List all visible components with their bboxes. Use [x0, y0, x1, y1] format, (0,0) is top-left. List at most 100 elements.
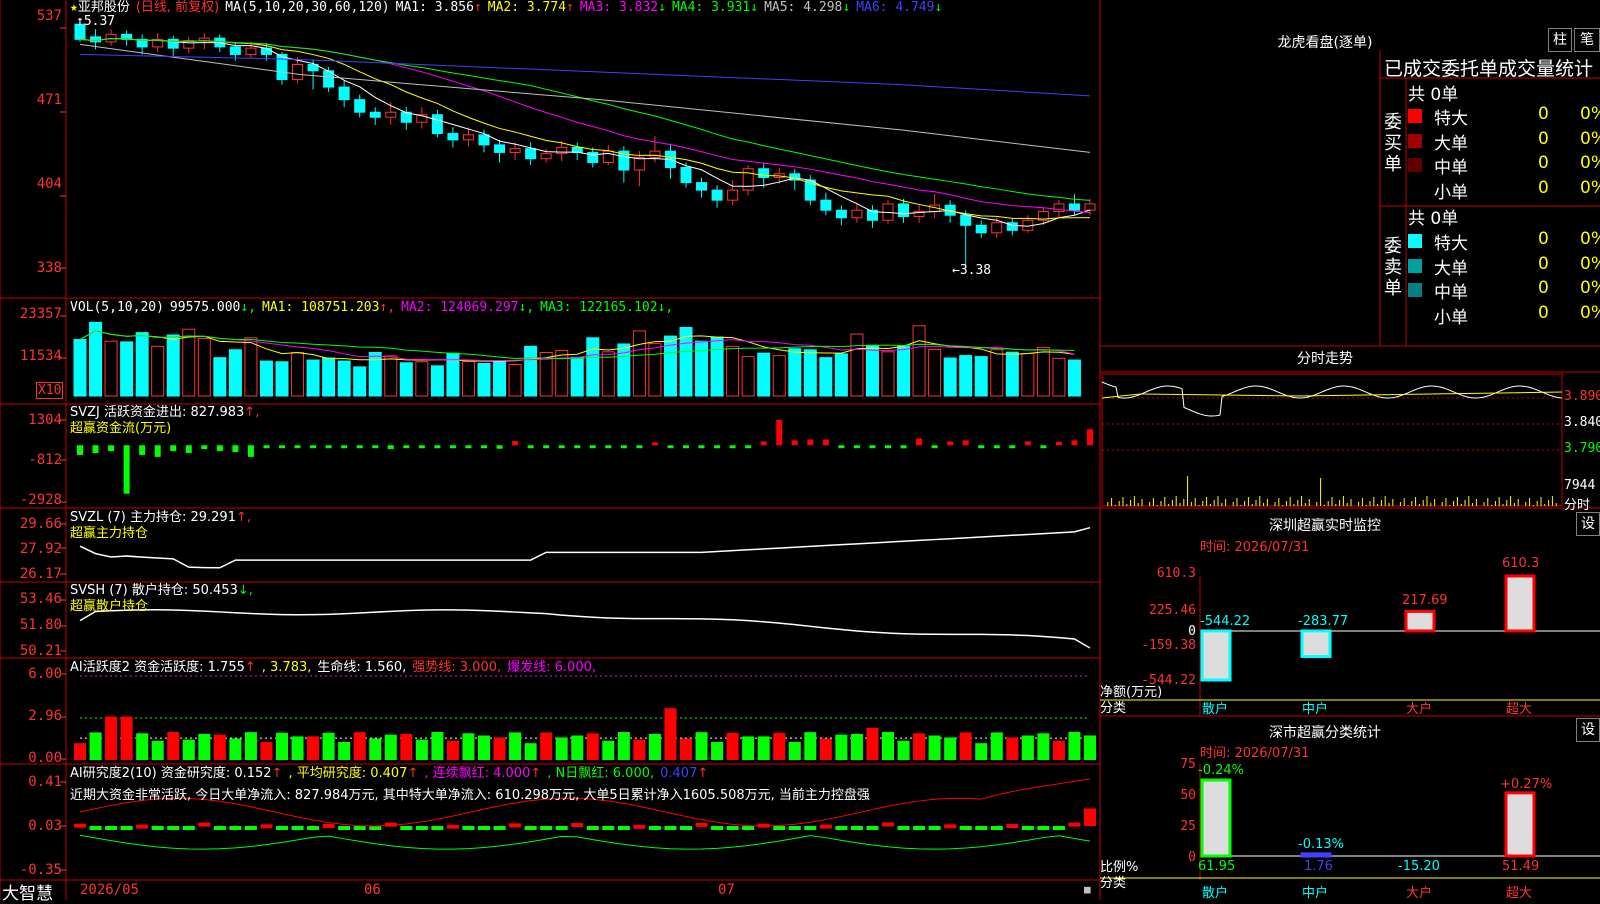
svzl-tick-3: 26.17 — [19, 566, 62, 582]
ai1-bar-1 — [74, 743, 86, 760]
stats-value-3: -15.20 — [1398, 859, 1440, 874]
candle-body-49 — [820, 199, 832, 211]
svzj-bar-15 — [294, 445, 301, 449]
buy-count-2: 0 — [1538, 128, 1549, 149]
ai2-bar-41 — [695, 822, 708, 827]
svzj-bar-55 — [916, 438, 923, 446]
price-tick-2: 471 — [36, 92, 62, 108]
volume-bar-12 — [244, 337, 258, 397]
svzj-tick-2: -812 — [28, 452, 62, 468]
volume-bar-3 — [104, 340, 118, 397]
sell-percent-4: 0% — [1580, 302, 1600, 323]
ai2-bar-57 — [944, 824, 957, 829]
svzj-bar-60 — [993, 445, 1000, 449]
stats-bar-4 — [1504, 791, 1536, 858]
stats-category-2: 中户 — [1302, 886, 1329, 901]
ma-values: MA1: 3.856↑ MA2: 3.774↑ MA3: 3.832↓ MA4: 3.… — [396, 0, 949, 15]
ai2-tick-1: 0.41 — [28, 774, 62, 790]
ai1-bar-41 — [695, 732, 708, 760]
ai2-arrow-1: ↑ — [271, 766, 283, 781]
candle-body-60 — [991, 222, 1003, 234]
high-value: 5.37 — [83, 14, 116, 29]
buy-row-3[interactable]: 中单 0 0% — [1408, 153, 1600, 178]
sell-row-1[interactable]: 特大 0 0% — [1408, 229, 1600, 254]
candle-body-50 — [835, 209, 847, 219]
ma-label: MA(5,10,20,30,60,120) — [225, 0, 390, 15]
svzj-bar-12 — [247, 445, 254, 457]
ai1-bar-59 — [975, 743, 988, 760]
svzj-bar-37 — [636, 445, 643, 449]
svsh-tick-3: 50.21 — [19, 643, 62, 659]
sell-row-4[interactable]: 小单 0 0% — [1408, 302, 1600, 328]
svzj-bar-38 — [651, 442, 658, 446]
ai1-bar-62 — [1021, 735, 1034, 760]
tab-bar-chart[interactable]: 柱 — [1548, 28, 1572, 52]
sell-row-3[interactable]: 中单 0 0% — [1408, 278, 1600, 303]
volume-bar-27 — [477, 362, 491, 397]
svsh-tick-1: 53.46 — [19, 591, 62, 607]
ai1-bar-7 — [167, 732, 180, 760]
price-header: ★亚邦股份 (日线, 前复权) MA(5,10,20,30,60,120) MA1: … — [70, 0, 954, 16]
ai2-bar-24 — [431, 826, 444, 830]
ai1-bar-11 — [229, 738, 242, 760]
tab-tick-list[interactable]: 笔 — [1574, 28, 1600, 52]
ma1-value: MA1: 3.856 — [395, 0, 474, 15]
ai1-bar-28 — [493, 737, 506, 760]
svzj-bar-26 — [465, 445, 472, 449]
ai1-bar-4 — [120, 716, 133, 760]
ai2-bar-64 — [1052, 826, 1065, 830]
vol-prefix: VOL(5,10,20) — [70, 300, 164, 315]
period-mode[interactable]: (日线, 前复权) — [136, 0, 219, 15]
buy-swatch-2 — [1408, 133, 1422, 148]
ai1-bar-3 — [105, 716, 118, 760]
sell-label-1: 特大 — [1434, 234, 1468, 254]
ai2-bar-42 — [711, 826, 724, 830]
svzj-bar-47 — [791, 440, 798, 446]
volume-bar-44 — [741, 356, 755, 397]
ai1-bar-6 — [151, 740, 164, 760]
svsh-title: SVSH (7) 散户持仓: 50.453 — [70, 583, 238, 598]
buy-row-2[interactable]: 大单 0 0% — [1408, 128, 1600, 154]
star-icon: ★ — [70, 0, 78, 15]
ai2-bar-28 — [493, 826, 506, 830]
dragon-panel-title: 龙虎看盘(逐单) — [1277, 35, 1373, 51]
vol-item-2: MA1: 108751.203 — [262, 300, 380, 315]
ai2-bar-16 — [307, 826, 320, 830]
ai1-bar-31 — [540, 732, 553, 760]
svzj-bar-6 — [154, 445, 161, 457]
candle-body-40 — [680, 166, 692, 184]
buy-row-4[interactable]: 小单 0 0% — [1408, 178, 1600, 203]
svsh-line-path — [79, 609, 1091, 649]
candle-body-13 — [260, 47, 272, 55]
ai1-bar-26 — [462, 733, 475, 760]
ai1-bar-22 — [400, 733, 413, 760]
ma6-line — [79, 53, 1091, 97]
candle-body-11 — [229, 46, 241, 55]
monitor-value-1: -544.22 — [1200, 614, 1251, 629]
stats-bar-2 — [1300, 852, 1332, 858]
ai1-bar-2 — [89, 732, 102, 760]
sell-row-2[interactable]: 大单 0 0% — [1408, 254, 1600, 279]
candle-body-35 — [602, 150, 614, 163]
ai2-bar-51 — [850, 826, 863, 830]
ai2-bar-8 — [182, 826, 195, 830]
ai1-item-2: , 3.783, — [261, 660, 312, 675]
candle-body-38 — [649, 150, 661, 158]
buy-row-1[interactable]: 特大 0 0% — [1408, 104, 1600, 129]
stats-tick-2: 50 — [1180, 788, 1196, 803]
lock-icon[interactable]: ■ — [1084, 883, 1091, 896]
volume-bar-16 — [306, 359, 320, 397]
ai2-bar-61 — [1006, 824, 1019, 829]
stats-settings-button[interactable]: 设 — [1576, 718, 1600, 742]
sell-count-4: 0 — [1538, 302, 1549, 323]
ai1-bar-8 — [182, 739, 195, 760]
svzj-bar-31 — [543, 445, 550, 449]
stock-name[interactable]: 亚邦股份 — [78, 0, 130, 15]
ai2-bar-29 — [509, 823, 522, 828]
ai2-bar-11 — [229, 826, 242, 830]
volume-bar-56 — [928, 348, 942, 397]
monitor-settings-button[interactable]: 设 — [1576, 512, 1600, 536]
fenshi-avg-line — [1101, 391, 1563, 399]
ma1-arrow: ↑ — [473, 0, 482, 15]
svzj-bar-1 — [77, 445, 83, 455]
